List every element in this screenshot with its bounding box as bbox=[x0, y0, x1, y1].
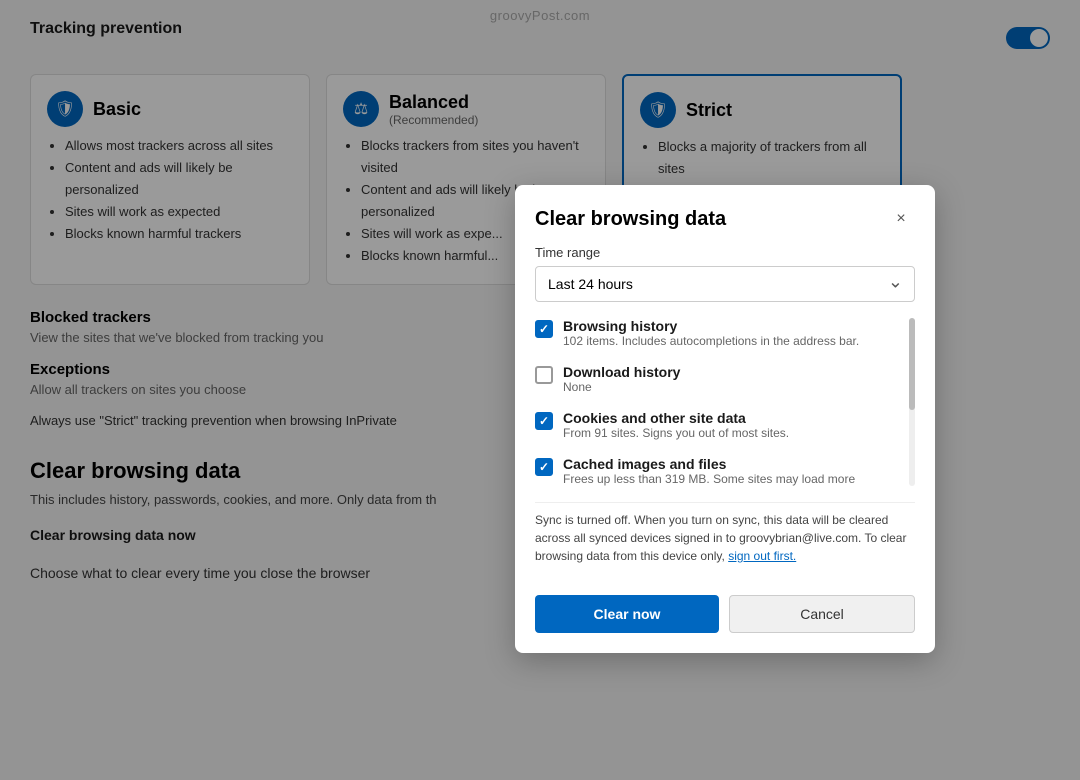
browsing-history-checkbox[interactable]: ✓ bbox=[535, 320, 553, 338]
cookies-label: Cookies and other site data bbox=[563, 410, 789, 426]
check-icon: ✓ bbox=[539, 460, 549, 474]
sign-out-link[interactable]: sign out first. bbox=[728, 549, 796, 563]
cookies-checkbox[interactable]: ✓ bbox=[535, 412, 553, 430]
time-range-select-wrapper[interactable]: Last hourLast 24 hoursLast 7 daysLast 4 … bbox=[535, 266, 915, 302]
modal-body: Time range Last hourLast 24 hoursLast 7 … bbox=[515, 245, 935, 581]
download-history-label: Download history bbox=[563, 364, 680, 380]
download-history-desc: None bbox=[563, 380, 680, 394]
cached-desc: Frees up less than 319 MB. Some sites ma… bbox=[563, 472, 855, 486]
check-icon: ✓ bbox=[539, 414, 549, 428]
time-range-label: Time range bbox=[535, 245, 915, 260]
cancel-button[interactable]: Cancel bbox=[729, 595, 915, 633]
cached-item: ✓ Cached images and files Frees up less … bbox=[535, 456, 899, 486]
browsing-history-item: ✓ Browsing history 102 items. Includes a… bbox=[535, 318, 899, 348]
modal-header: Clear browsing data × bbox=[515, 185, 935, 245]
cookies-desc: From 91 sites. Signs you out of most sit… bbox=[563, 426, 789, 440]
browsing-history-label: Browsing history bbox=[563, 318, 859, 334]
close-button[interactable]: × bbox=[887, 205, 915, 233]
scrollbar-thumb[interactable] bbox=[909, 318, 915, 410]
cached-label: Cached images and files bbox=[563, 456, 855, 472]
scrollbar-track bbox=[909, 318, 915, 486]
cookies-item: ✓ Cookies and other site data From 91 si… bbox=[535, 410, 899, 440]
download-history-item: Download history None bbox=[535, 364, 899, 394]
sync-notice-text: Sync is turned off. When you turn on syn… bbox=[535, 513, 906, 563]
clear-browsing-dialog: Clear browsing data × Time range Last ho… bbox=[515, 185, 935, 653]
time-range-select[interactable]: Last hourLast 24 hoursLast 7 daysLast 4 … bbox=[535, 266, 915, 302]
modal-footer: Clear now Cancel bbox=[515, 581, 935, 653]
cached-checkbox[interactable]: ✓ bbox=[535, 458, 553, 476]
clear-now-button[interactable]: Clear now bbox=[535, 595, 719, 633]
check-icon: ✓ bbox=[539, 322, 549, 336]
sync-notice: Sync is turned off. When you turn on syn… bbox=[535, 502, 915, 565]
modal-title: Clear browsing data bbox=[535, 208, 726, 231]
download-history-checkbox[interactable] bbox=[535, 366, 553, 384]
browsing-history-desc: 102 items. Includes autocompletions in t… bbox=[563, 334, 859, 348]
modal-overlay: Clear browsing data × Time range Last ho… bbox=[0, 0, 1080, 780]
